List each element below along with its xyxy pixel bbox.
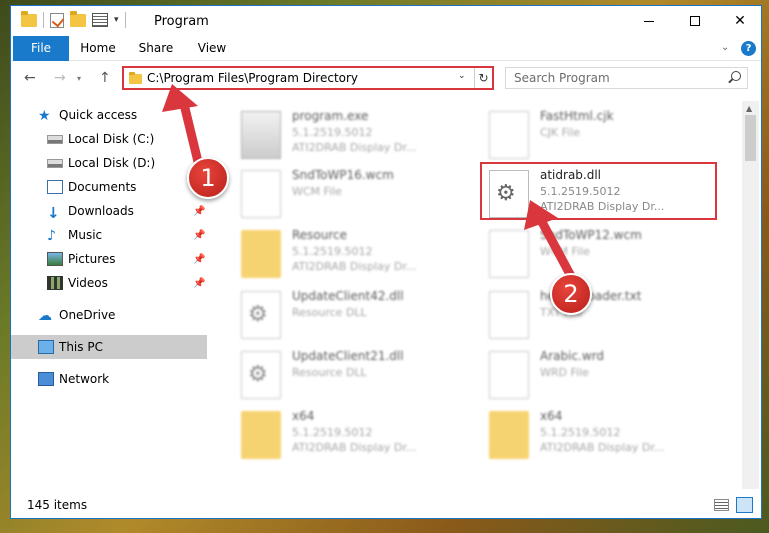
arrow-1 (162, 84, 205, 175)
annotation-arrows (162, 84, 577, 283)
arrow-2 (524, 200, 577, 283)
step-badge-2: 2 (550, 273, 592, 315)
step-badge-1: 1 (187, 157, 229, 199)
